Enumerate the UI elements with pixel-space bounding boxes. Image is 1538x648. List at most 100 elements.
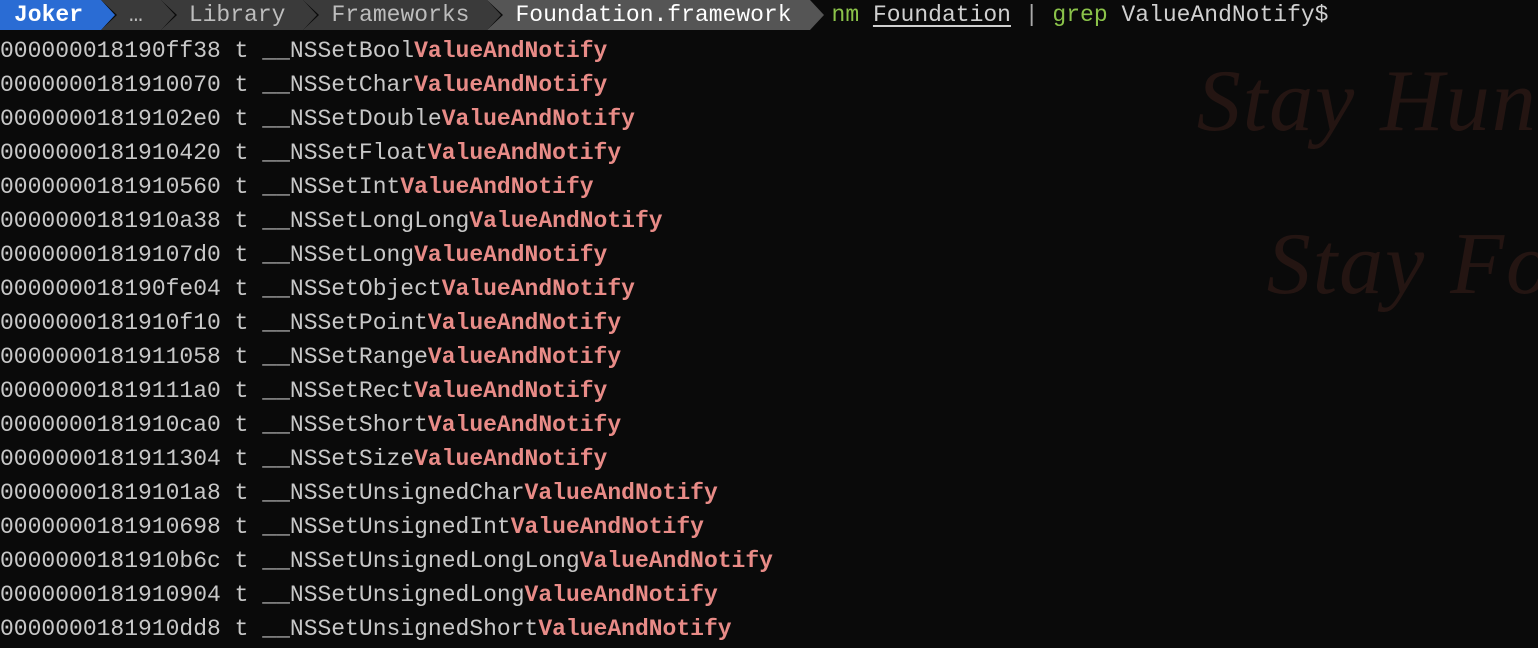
grep-match: ValueAndNotify bbox=[428, 344, 621, 370]
grep-match: ValueAndNotify bbox=[414, 242, 607, 268]
grep-match: ValueAndNotify bbox=[442, 106, 635, 132]
grep-match: ValueAndNotify bbox=[428, 140, 621, 166]
grep-match: ValueAndNotify bbox=[414, 378, 607, 404]
breadcrumb: Joker … Library Frameworks Foundation.fr… bbox=[0, 0, 1538, 30]
symbol-type: t bbox=[235, 72, 249, 98]
breadcrumb-item-current[interactable]: Foundation.framework bbox=[487, 0, 809, 30]
symbol-prefix: __NSSetInt bbox=[262, 174, 400, 200]
symbol-address: 00000001819102e0 bbox=[0, 106, 221, 132]
output-line: 0000000181910560 t __NSSetIntValueAndNot… bbox=[0, 170, 1538, 204]
symbol-prefix: __NSSetFloat bbox=[262, 140, 428, 166]
symbol-prefix: __NSSetPoint bbox=[262, 310, 428, 336]
grep-match: ValueAndNotify bbox=[414, 446, 607, 472]
symbol-address: 0000000181910ca0 bbox=[0, 412, 221, 438]
output-line: 00000001819111a0 t __NSSetRectValueAndNo… bbox=[0, 374, 1538, 408]
output-line: 00000001819102e0 t __NSSetDoubleValueAnd… bbox=[0, 102, 1538, 136]
symbol-type: t bbox=[235, 174, 249, 200]
symbol-type: t bbox=[235, 378, 249, 404]
symbol-type: t bbox=[235, 242, 249, 268]
grep-match: ValueAndNotify bbox=[511, 514, 704, 540]
breadcrumb-host-label: Joker bbox=[14, 2, 83, 28]
symbol-address: 000000018190fe04 bbox=[0, 276, 221, 302]
symbol-prefix: __NSSetUnsignedShort bbox=[262, 616, 538, 642]
output-line: 0000000181910dd8 t __NSSetUnsignedShortV… bbox=[0, 612, 1538, 646]
breadcrumb-item-label: Library bbox=[189, 2, 286, 28]
symbol-prefix: __NSSetRect bbox=[262, 378, 414, 404]
symbol-prefix: __NSSetLong bbox=[262, 242, 414, 268]
symbol-address: 0000000181911304 bbox=[0, 446, 221, 472]
output-line: 0000000181910f10 t __NSSetPointValueAndN… bbox=[0, 306, 1538, 340]
symbol-address: 0000000181910698 bbox=[0, 514, 221, 540]
output-line: 0000000181910ca0 t __NSSetShortValueAndN… bbox=[0, 408, 1538, 442]
symbol-address: 0000000181910420 bbox=[0, 140, 221, 166]
grep-match: ValueAndNotify bbox=[414, 72, 607, 98]
output-line: 0000000181910420 t __NSSetFloatValueAndN… bbox=[0, 136, 1538, 170]
symbol-address: 0000000181910904 bbox=[0, 582, 221, 608]
symbol-address: 00000001819111a0 bbox=[0, 378, 221, 404]
symbol-prefix: __NSSetLongLong bbox=[262, 208, 469, 234]
output-line: 0000000181911304 t __NSSetSizeValueAndNo… bbox=[0, 442, 1538, 476]
output-line: 00000001819101a8 t __NSSetUnsignedCharVa… bbox=[0, 476, 1538, 510]
symbol-type: t bbox=[235, 276, 249, 302]
symbol-prefix: __NSSetUnsignedChar bbox=[262, 480, 524, 506]
breadcrumb-host[interactable]: Joker bbox=[0, 0, 101, 30]
breadcrumb-ellipsis-label: … bbox=[129, 2, 143, 28]
grep-match: ValueAndNotify bbox=[580, 548, 773, 574]
output-line: 00000001819107d0 t __NSSetLongValueAndNo… bbox=[0, 238, 1538, 272]
symbol-address: 00000001819101a8 bbox=[0, 480, 221, 506]
symbol-prefix: __NSSetUnsignedLongLong bbox=[262, 548, 579, 574]
cmd-grep-arg: ValueAndNotify$ bbox=[1121, 2, 1328, 28]
symbol-address: 0000000181910dd8 bbox=[0, 616, 221, 642]
breadcrumb-item-frameworks[interactable]: Frameworks bbox=[303, 0, 487, 30]
breadcrumb-item-library[interactable]: Library bbox=[161, 0, 304, 30]
symbol-prefix: __NSSetChar bbox=[262, 72, 414, 98]
output-line: 0000000181910a38 t __NSSetLongLongValueA… bbox=[0, 204, 1538, 238]
symbol-address: 00000001819107d0 bbox=[0, 242, 221, 268]
output-line: 0000000181910904 t __NSSetUnsignedLongVa… bbox=[0, 578, 1538, 612]
output-line: 0000000181910698 t __NSSetUnsignedIntVal… bbox=[0, 510, 1538, 544]
cmd-pipe: | bbox=[1025, 2, 1039, 28]
grep-match: ValueAndNotify bbox=[414, 38, 607, 64]
symbol-address: 0000000181911058 bbox=[0, 344, 221, 370]
symbol-address: 0000000181910f10 bbox=[0, 310, 221, 336]
symbol-prefix: __NSSetSize bbox=[262, 446, 414, 472]
symbol-prefix: __NSSetBool bbox=[262, 38, 414, 64]
output-line: 0000000181910070 t __NSSetCharValueAndNo… bbox=[0, 68, 1538, 102]
symbol-type: t bbox=[235, 344, 249, 370]
cmd-grep: grep bbox=[1052, 2, 1107, 28]
grep-match: ValueAndNotify bbox=[400, 174, 593, 200]
output-line: 0000000181911058 t __NSSetRangeValueAndN… bbox=[0, 340, 1538, 374]
symbol-type: t bbox=[235, 140, 249, 166]
symbol-prefix: __NSSetUnsignedInt bbox=[262, 514, 510, 540]
symbol-type: t bbox=[235, 208, 249, 234]
symbol-type: t bbox=[235, 480, 249, 506]
symbol-address: 000000018190ff38 bbox=[0, 38, 221, 64]
symbol-type: t bbox=[235, 582, 249, 608]
output-line: 0000000181910b6c t __NSSetUnsignedLongLo… bbox=[0, 544, 1538, 578]
symbol-address: 0000000181910a38 bbox=[0, 208, 221, 234]
symbol-type: t bbox=[235, 106, 249, 132]
symbol-type: t bbox=[235, 310, 249, 336]
symbol-prefix: __NSSetObject bbox=[262, 276, 441, 302]
symbol-type: t bbox=[235, 548, 249, 574]
command-line[interactable]: nm Foundation | grep ValueAndNotify$ bbox=[810, 0, 1329, 30]
grep-match: ValueAndNotify bbox=[525, 582, 718, 608]
symbol-type: t bbox=[235, 514, 249, 540]
cmd-nm-arg: Foundation bbox=[873, 2, 1011, 28]
grep-match: ValueAndNotify bbox=[538, 616, 731, 642]
symbol-address: 0000000181910b6c bbox=[0, 548, 221, 574]
symbol-prefix: __NSSetRange bbox=[262, 344, 428, 370]
cmd-nm: nm bbox=[832, 2, 860, 28]
symbol-type: t bbox=[235, 446, 249, 472]
grep-match: ValueAndNotify bbox=[428, 310, 621, 336]
output-line: 000000018190ff38 t __NSSetBoolValueAndNo… bbox=[0, 34, 1538, 68]
symbol-prefix: __NSSetShort bbox=[262, 412, 428, 438]
output-line: 000000018190fe04 t __NSSetObjectValueAnd… bbox=[0, 272, 1538, 306]
symbol-type: t bbox=[235, 616, 249, 642]
breadcrumb-item-label: Foundation.framework bbox=[515, 2, 791, 28]
grep-match: ValueAndNotify bbox=[442, 276, 635, 302]
terminal-output[interactable]: 000000018190ff38 t __NSSetBoolValueAndNo… bbox=[0, 30, 1538, 646]
breadcrumb-item-label: Frameworks bbox=[331, 2, 469, 28]
grep-match: ValueAndNotify bbox=[469, 208, 662, 234]
symbol-address: 0000000181910070 bbox=[0, 72, 221, 98]
